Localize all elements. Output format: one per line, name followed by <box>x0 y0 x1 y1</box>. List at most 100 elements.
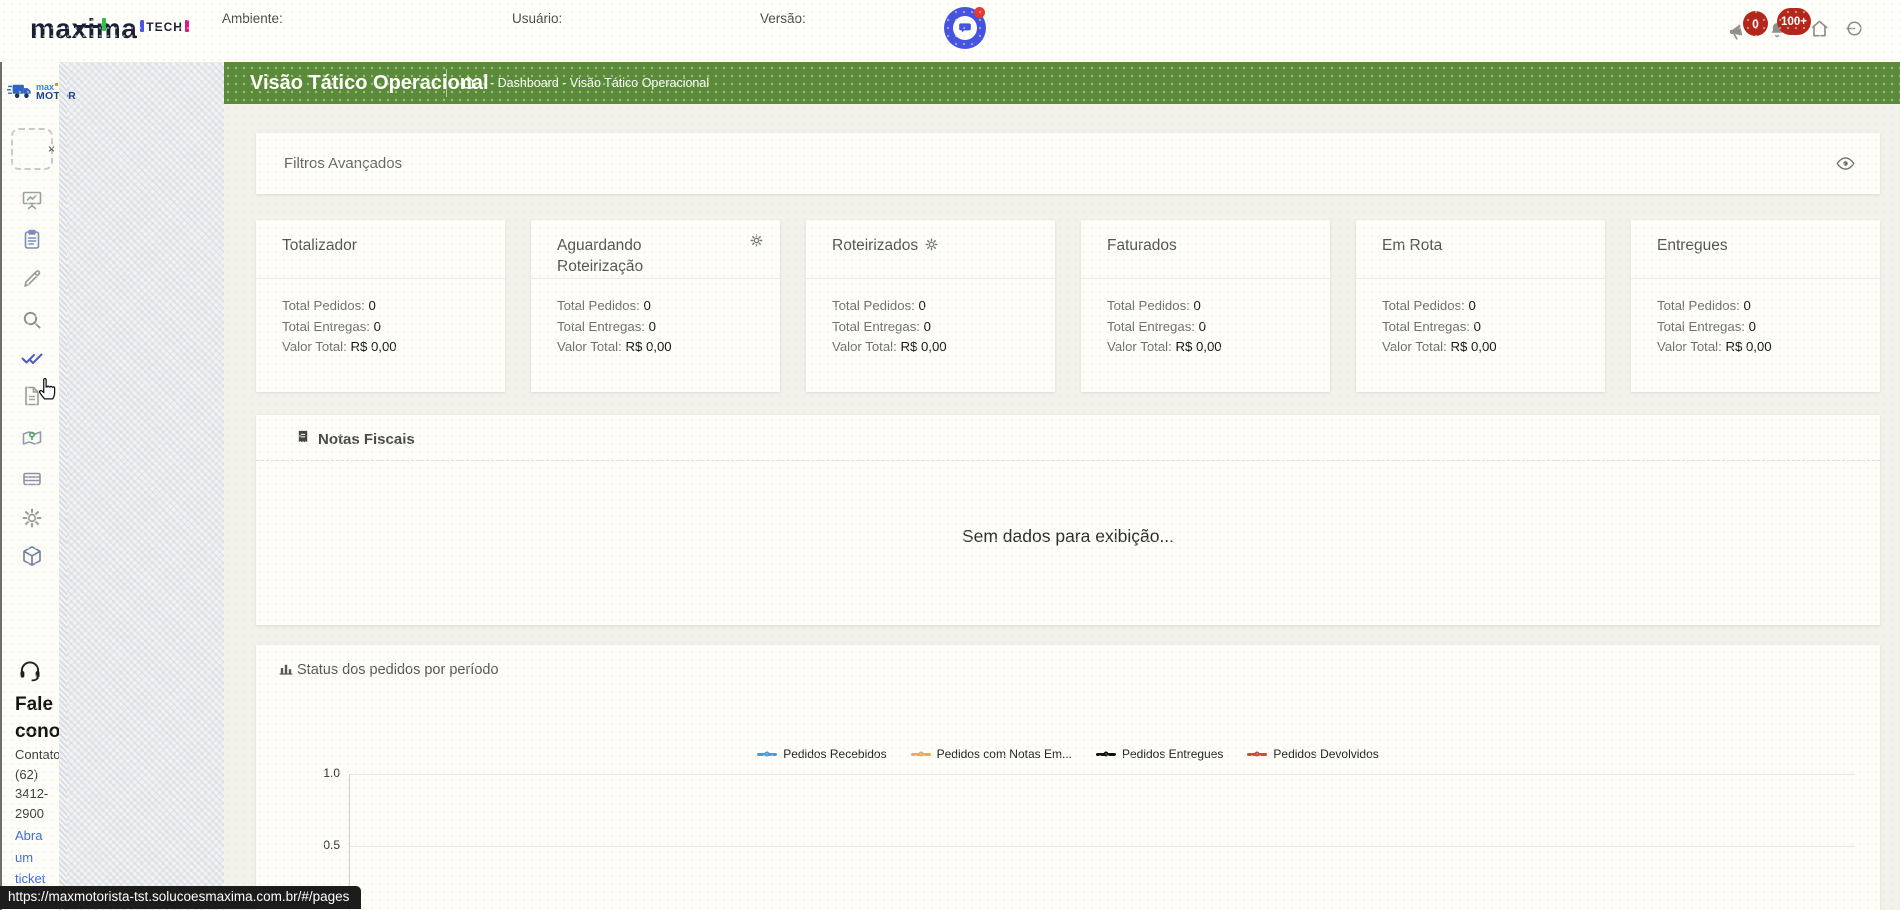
legend-marker <box>1247 753 1267 756</box>
link-preview-statusbar: https://maxmotorista-tst.solucoesmaxima.… <box>0 886 361 909</box>
legend-item[interactable]: Pedidos Recebidos <box>757 747 886 761</box>
header-divider <box>446 69 447 97</box>
sidebar-item-orders[interactable] <box>19 228 45 254</box>
breadcrumb-home-icon[interactable] <box>460 74 477 94</box>
pedidos-value: 0 <box>1469 298 1476 313</box>
filters-title: Filtros Avançados <box>284 133 402 194</box>
pedidos-value: 0 <box>644 298 651 313</box>
sidebar-item-edit[interactable] <box>19 267 45 293</box>
notification-badge[interactable]: 0 <box>1743 11 1768 36</box>
card-line: Valor Total: R$ 0,00 <box>1382 337 1585 358</box>
entregas-value: 0 <box>374 319 381 334</box>
card-line: Total Pedidos: 0 <box>1657 296 1860 317</box>
close-icon[interactable]: × <box>48 143 55 155</box>
card-line: Total Pedidos: 0 <box>557 296 760 317</box>
contact-line: (62) <box>15 765 61 785</box>
status-chart-title: Status dos pedidos por período <box>297 662 499 678</box>
breadcrumb: - Dashboard - Visão Tático Operacional <box>490 62 709 104</box>
entregas-label: Total Entregas: <box>832 319 920 334</box>
page-header: Visão Tático Operacional - Dashboard - V… <box>224 62 1900 104</box>
card-title: Entregues <box>1657 237 1728 254</box>
receipt-icon <box>296 429 310 449</box>
contact-line: Contato <box>15 745 61 765</box>
card-line: Total Entregas: 0 <box>1107 317 1310 338</box>
y-axis-tick: 1.0 <box>300 766 340 780</box>
pedidos-label: Total Pedidos: <box>557 298 640 313</box>
summary-cards-row: Totalizador Total Pedidos: 0 Total Entre… <box>256 220 1880 392</box>
legend-label: Pedidos Entregues <box>1122 747 1223 761</box>
map-pin-icon <box>20 426 44 450</box>
card-line: Valor Total: R$ 0,00 <box>557 337 760 358</box>
card-line: Total Pedidos: 0 <box>1382 296 1585 317</box>
entregas-label: Total Entregas: <box>557 319 645 334</box>
valor-value: R$ 0,00 <box>1450 339 1496 354</box>
entregas-value: 0 <box>1474 319 1481 334</box>
legend-item[interactable]: Pedidos Entregues <box>1096 747 1223 761</box>
search-icon <box>20 308 44 332</box>
card-title: Faturados <box>1107 237 1177 254</box>
advanced-filters-panel[interactable]: Filtros Avançados <box>256 133 1880 194</box>
sidebar-item-documents[interactable] <box>19 384 45 410</box>
brand-name: maxima <box>30 15 137 43</box>
card-line: Total Entregas: 0 <box>557 317 760 338</box>
line-chart-plot-area <box>349 774 1855 910</box>
document-icon <box>20 384 44 408</box>
page-title: Visão Tático Operacional <box>250 62 489 104</box>
logo-magenta-accent <box>185 20 189 32</box>
gear-icon[interactable] <box>924 237 939 255</box>
legend-item[interactable]: Pedidos Devolvidos <box>1247 747 1378 761</box>
brand-suffix: TECH <box>146 20 183 34</box>
sidebar-item-tracking[interactable] <box>19 426 45 452</box>
power-icon[interactable] <box>1844 18 1865 42</box>
double-check-icon <box>20 346 44 370</box>
notas-fiscais-panel: Notas Fiscais Sem dados para exibição... <box>256 415 1880 625</box>
logo-image-placeholder: × <box>11 128 53 170</box>
logo-blue-accent <box>140 20 144 32</box>
chat-widget-button[interactable] <box>944 7 986 49</box>
card-faturados: Faturados Total Pedidos: 0 Total Entrega… <box>1081 220 1330 392</box>
eye-icon[interactable] <box>1835 153 1856 177</box>
card-line: Total Pedidos: 0 <box>1107 296 1310 317</box>
gear-icon[interactable] <box>749 233 764 251</box>
notification-badge[interactable]: 100+ <box>1777 8 1811 35</box>
card-title: Roteirizados <box>832 237 918 254</box>
y-axis-tick: 0.5 <box>300 838 340 852</box>
entregas-value: 0 <box>649 319 656 334</box>
ticket-link-line[interactable]: um <box>15 847 50 869</box>
card-line: Valor Total: R$ 0,00 <box>832 337 1035 358</box>
sidebar: max MOTOR × <box>0 62 67 910</box>
sidebar-item-search[interactable] <box>19 308 45 334</box>
legend-marker <box>911 753 931 756</box>
ticket-link-line[interactable]: Abra <box>15 825 50 847</box>
sidebar-item-products[interactable] <box>19 544 45 570</box>
pedidos-value: 0 <box>369 298 376 313</box>
gridline <box>350 774 1855 775</box>
entregas-label: Total Entregas: <box>282 319 370 334</box>
card-entregues: Entregues Total Pedidos: 0 Total Entrega… <box>1631 220 1880 392</box>
valor-label: Valor Total: <box>832 339 897 354</box>
home-icon[interactable] <box>1808 17 1831 43</box>
truck-icon <box>7 82 34 101</box>
pedidos-label: Total Pedidos: <box>1382 298 1465 313</box>
legend-marker <box>1096 753 1116 756</box>
table-icon <box>20 467 44 491</box>
card-em-rota: Em Rota Total Pedidos: 0 Total Entregas:… <box>1356 220 1605 392</box>
legend-item[interactable]: Pedidos com Notas Em... <box>911 747 1072 761</box>
sidebar-item-tables[interactable] <box>19 467 45 493</box>
clipboard-icon <box>20 228 44 252</box>
entregas-label: Total Entregas: <box>1107 319 1195 334</box>
bar-chart-icon <box>278 660 294 680</box>
valor-value: R$ 0,00 <box>900 339 946 354</box>
sidebar-item-approvals[interactable] <box>19 346 45 372</box>
presentation-chart-icon <box>20 188 44 212</box>
sidebar-item-settings[interactable] <box>19 506 45 532</box>
logo-overline-accent <box>74 25 100 28</box>
valor-value: R$ 0,00 <box>625 339 671 354</box>
support-contact: Contato (62) 3412- 2900 <box>15 745 61 823</box>
support-title-line: Fale <box>15 691 60 718</box>
chat-notification-dot <box>974 7 985 18</box>
pedidos-label: Total Pedidos: <box>1107 298 1190 313</box>
card-title: Em Rota <box>1382 237 1442 254</box>
pedidos-value: 0 <box>919 298 926 313</box>
sidebar-item-dashboard[interactable] <box>19 188 45 214</box>
